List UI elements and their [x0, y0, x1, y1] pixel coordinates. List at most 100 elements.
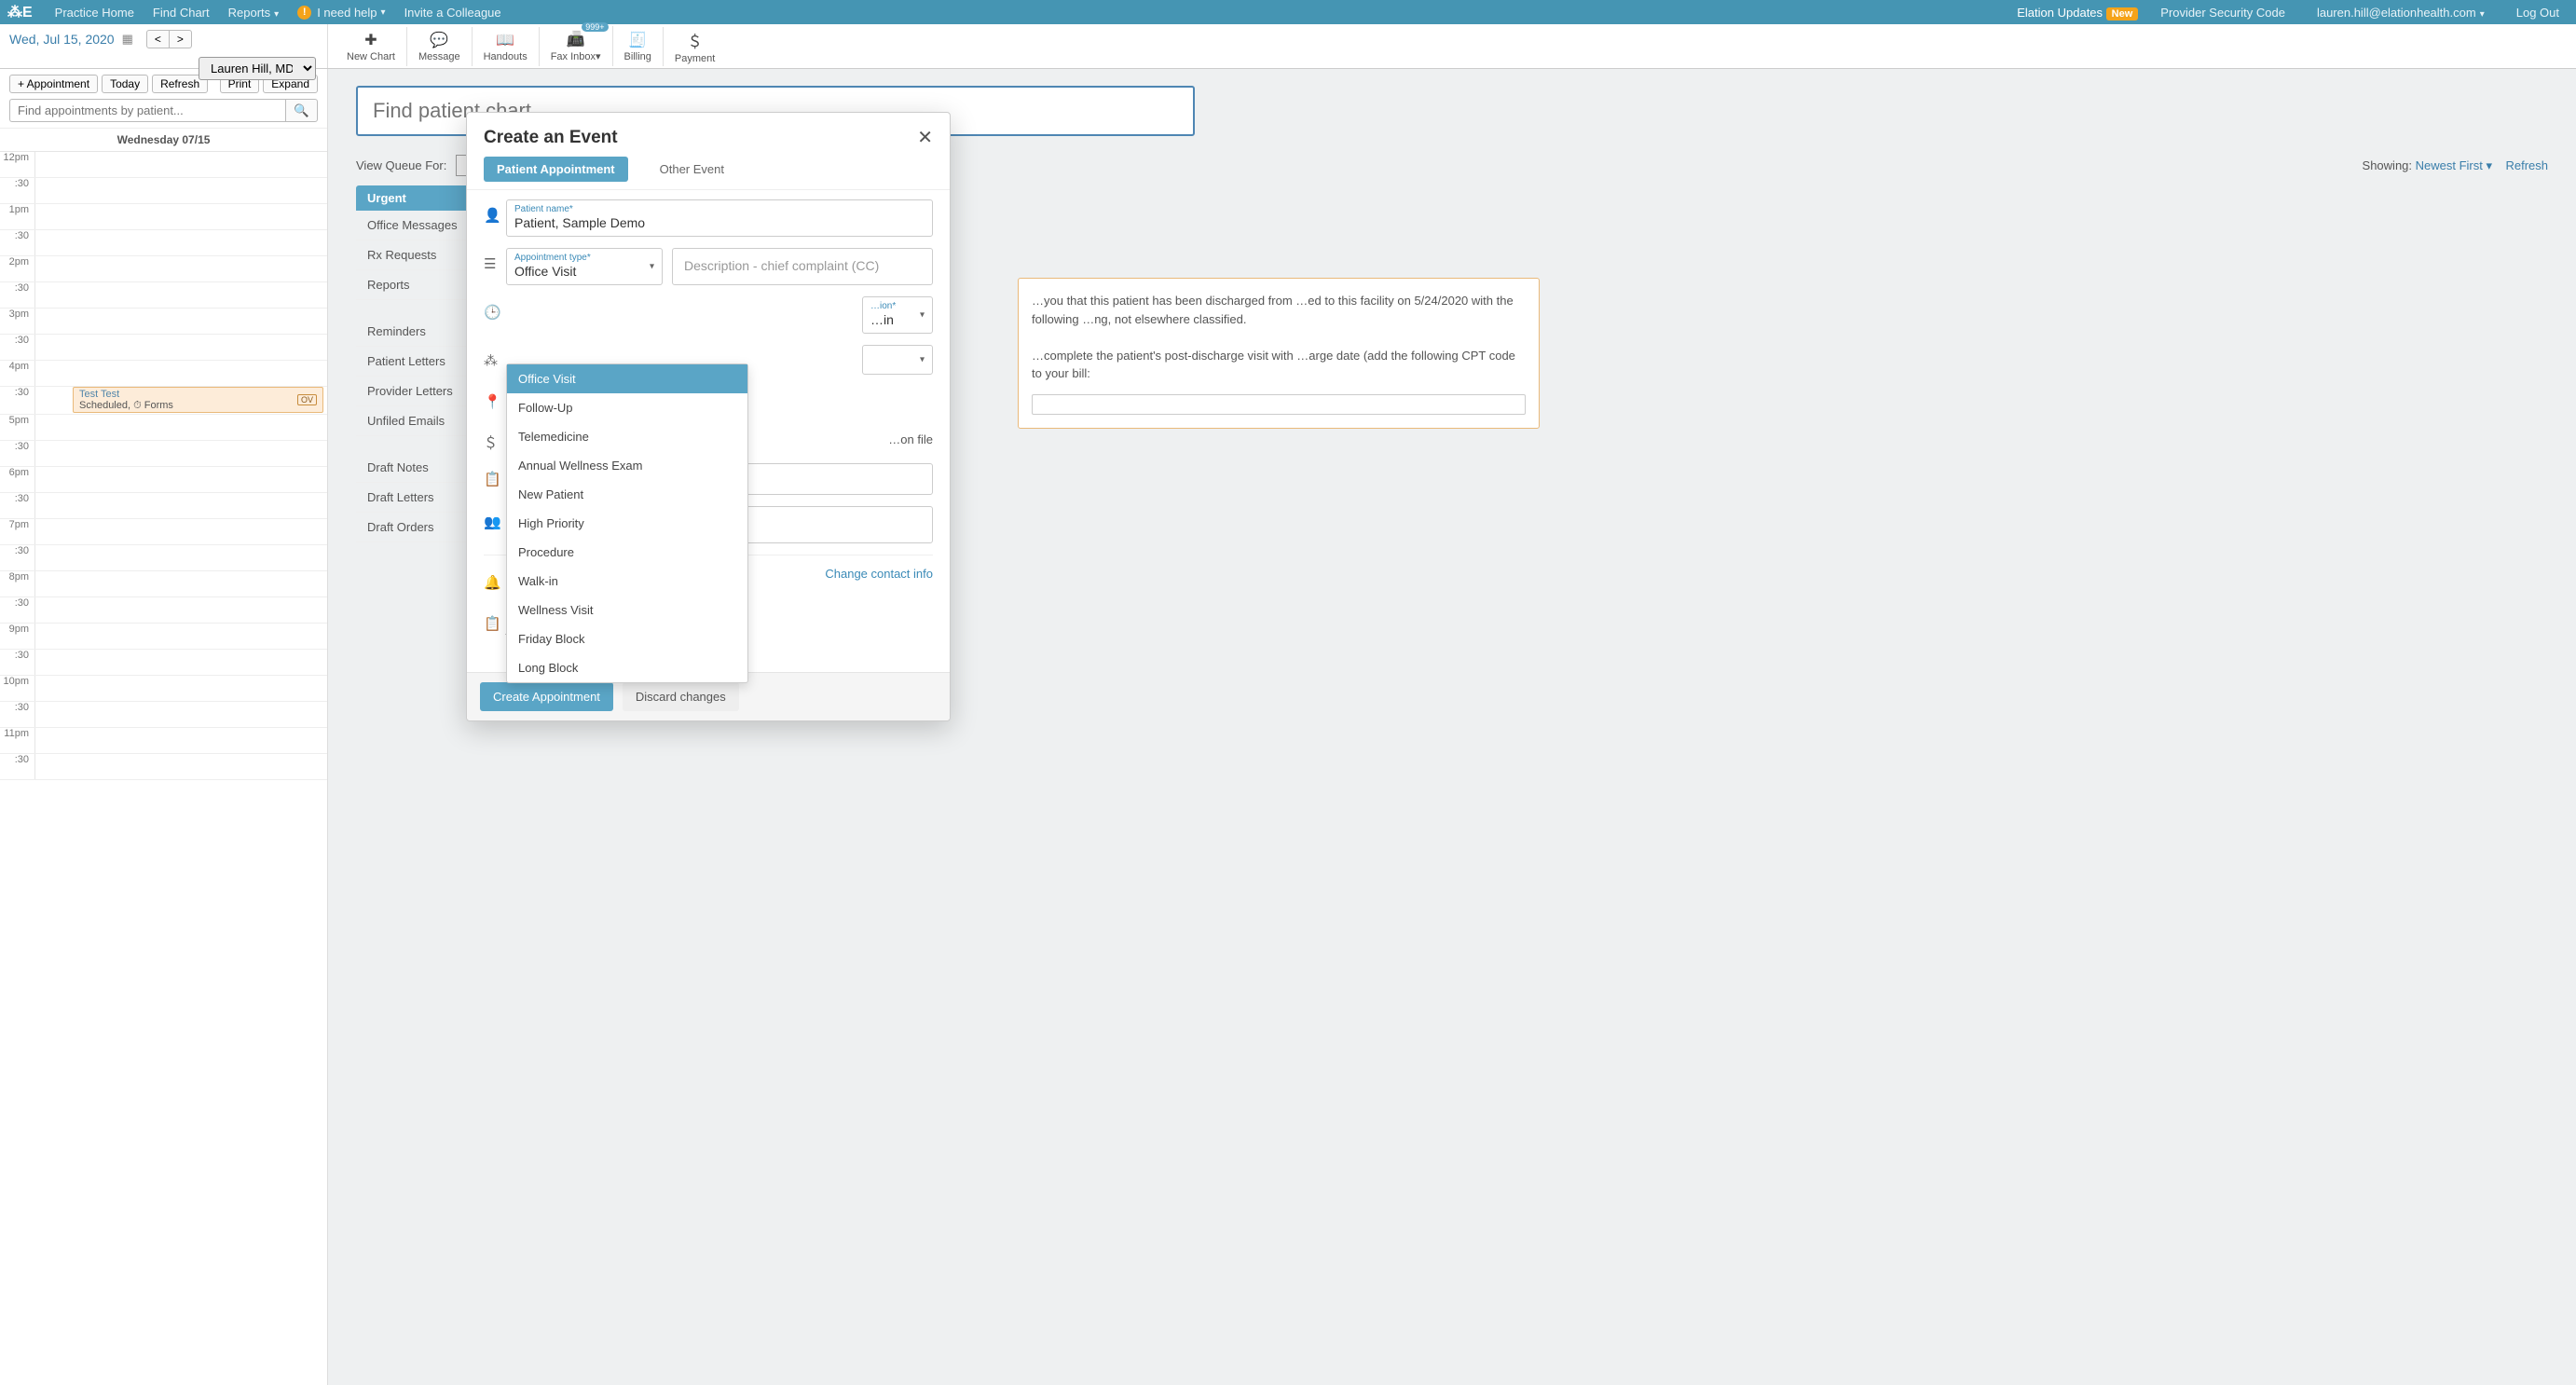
slot-body[interactable] — [35, 676, 327, 701]
time-label: 7pm — [0, 519, 35, 544]
book-icon: 📖 — [496, 31, 514, 49]
clipboard-forms-icon: 📋 — [484, 608, 506, 632]
fax-inbox-button[interactable]: 999+📠Fax Inbox▾ — [540, 26, 613, 66]
topbar: ⁂E Practice Home Find Chart Reports▾ !I … — [0, 0, 2576, 24]
dropdown-item[interactable]: New Patient — [507, 480, 747, 509]
person-icon: 👤 — [484, 199, 506, 224]
time-label: 9pm — [0, 624, 35, 649]
slot-body[interactable] — [35, 152, 327, 177]
slot-body[interactable] — [35, 361, 327, 386]
slot-body[interactable] — [35, 545, 327, 570]
payment-button[interactable]: ＄Payment — [664, 25, 726, 68]
appointment-search-input[interactable] — [9, 99, 285, 122]
time-label: :30 — [0, 178, 35, 203]
chevron-down-icon: ▾ — [920, 310, 925, 321]
dollar-icon: ＄ — [484, 425, 506, 452]
slot-body[interactable] — [35, 256, 327, 281]
slot-body[interactable] — [35, 441, 327, 466]
slot-body[interactable] — [35, 230, 327, 255]
calendar-icon[interactable]: ▦ — [122, 32, 133, 47]
slot-body[interactable] — [35, 624, 327, 649]
dropdown-item[interactable]: Office Visit — [507, 364, 747, 393]
nav-elation-updates[interactable]: Elation Updates New — [2017, 6, 2138, 20]
time-label: 6pm — [0, 467, 35, 492]
slot-body[interactable] — [35, 335, 327, 360]
bell-icon: 🔔 — [484, 567, 506, 591]
message-button[interactable]: 💬Message — [407, 27, 473, 66]
time-label: 11pm — [0, 728, 35, 753]
slot-body[interactable] — [35, 650, 327, 675]
nav-reports[interactable]: Reports▾ — [228, 6, 280, 20]
description-field[interactable]: Description - chief complaint (CC) — [672, 248, 933, 285]
nav-help[interactable]: !I need help▾ — [297, 6, 385, 20]
refresh-queue-link[interactable]: Refresh — [2505, 158, 2548, 172]
billing-button[interactable]: 🧾Billing — [613, 27, 664, 66]
next-day-button[interactable]: > — [170, 30, 192, 48]
dropdown-item[interactable]: Long Block — [507, 653, 747, 682]
on-file-text: …on file — [888, 425, 933, 446]
slot-body[interactable] — [35, 415, 327, 440]
time-label: :30 — [0, 441, 35, 466]
current-date[interactable]: Wed, Jul 15, 2020 — [9, 32, 115, 47]
duration-field[interactable]: …ion* …in ▾ — [862, 296, 933, 334]
appointment-type-field[interactable]: Appointment type* Office Visit ▾ — [506, 248, 663, 285]
today-button[interactable]: Today — [102, 75, 148, 93]
slot-body[interactable] — [35, 702, 327, 727]
clock-icon: 🕒 — [484, 296, 506, 321]
chevron-down-icon: ▾ — [381, 7, 386, 18]
chevron-down-icon: ▾ — [650, 262, 654, 272]
dropdown-item[interactable]: Walk-in — [507, 567, 747, 596]
chevron-down-icon: ▾ — [274, 9, 279, 20]
nav-practice-home[interactable]: Practice Home — [55, 6, 134, 20]
nav-user-email[interactable]: lauren.hill@elationhealth.com▾ — [2317, 6, 2485, 20]
slot-body[interactable] — [35, 204, 327, 229]
new-chart-button[interactable]: ✚New Chart — [336, 27, 407, 66]
nav-invite-colleague[interactable]: Invite a Colleague — [404, 6, 501, 20]
close-modal-button[interactable]: ✕ — [917, 126, 933, 149]
day-header: Wednesday 07/15 — [0, 129, 327, 152]
dropdown-item[interactable]: Friday Block — [507, 624, 747, 653]
nav-security-code[interactable]: Provider Security Code — [2160, 6, 2285, 20]
slot-body[interactable] — [35, 728, 327, 753]
schedule-grid[interactable]: 12pm:301pm:302pm:303pm:304pm:30Test Test… — [0, 152, 327, 1385]
time-label: :30 — [0, 335, 35, 360]
create-appointment-button[interactable]: Create Appointment — [480, 682, 613, 711]
handouts-button[interactable]: 📖Handouts — [473, 27, 540, 66]
slot-body[interactable] — [35, 519, 327, 544]
appointment-card[interactable]: Test TestScheduled, ⏱ FormsOV — [73, 387, 323, 413]
appointment-search-button[interactable]: 🔍 — [285, 99, 318, 122]
slot-body[interactable] — [35, 597, 327, 623]
slot-body[interactable] — [35, 467, 327, 492]
alert-icon: ! — [297, 6, 311, 20]
physician-select[interactable]: Lauren Hill, MD — [199, 57, 316, 80]
discard-changes-button[interactable]: Discard changes — [623, 682, 739, 711]
unknown-select-1[interactable]: ▾ — [862, 345, 933, 375]
time-label: 2pm — [0, 256, 35, 281]
slot-body[interactable]: Test TestScheduled, ⏱ FormsOV — [35, 387, 327, 414]
slot-body[interactable] — [35, 309, 327, 334]
sort-dropdown[interactable]: Newest First ▾ — [2416, 158, 2492, 172]
dropdown-item[interactable]: Follow-Up — [507, 393, 747, 422]
time-label: :30 — [0, 545, 35, 570]
tab-patient-appointment[interactable]: Patient Appointment — [484, 157, 628, 182]
slot-body[interactable] — [35, 493, 327, 518]
dropdown-item[interactable]: Procedure — [507, 538, 747, 567]
patient-name-field[interactable]: Patient name* Patient, Sample Demo — [506, 199, 933, 237]
change-contact-link[interactable]: Change contact info — [825, 567, 933, 581]
tab-other-event[interactable]: Other Event — [647, 157, 737, 182]
dropdown-item[interactable]: Annual Wellness Exam — [507, 451, 747, 480]
nav-find-chart[interactable]: Find Chart — [153, 6, 210, 20]
dollar-icon: ＄ — [688, 29, 703, 51]
slot-body[interactable] — [35, 178, 327, 203]
slot-body[interactable] — [35, 754, 327, 779]
slot-body[interactable] — [35, 282, 327, 308]
slot-body[interactable] — [35, 571, 327, 597]
add-appointment-button[interactable]: + Appointment — [9, 75, 98, 93]
dropdown-item[interactable]: Telemedicine — [507, 422, 747, 451]
dropdown-item[interactable]: High Priority — [507, 509, 747, 538]
plus-folder-icon: ✚ — [364, 31, 377, 49]
time-label: :30 — [0, 282, 35, 308]
nav-logout[interactable]: Log Out — [2516, 6, 2559, 20]
dropdown-item[interactable]: Wellness Visit — [507, 596, 747, 624]
prev-day-button[interactable]: < — [146, 30, 170, 48]
